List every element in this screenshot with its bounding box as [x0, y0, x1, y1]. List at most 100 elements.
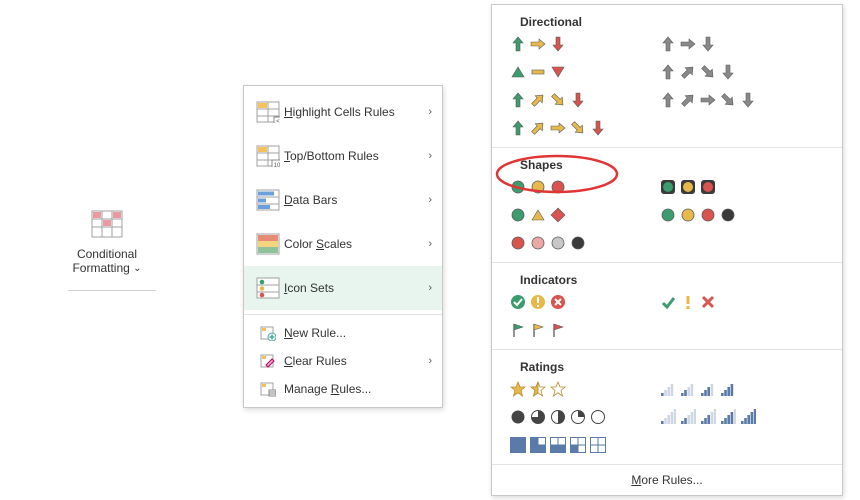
- submenu-arrow-icon: ›: [428, 238, 432, 250]
- top-bottom-rules-icon: 10: [254, 145, 282, 167]
- section-ratings: Ratings: [492, 350, 842, 465]
- menu-item-label: Icon Sets: [282, 281, 428, 295]
- glyph-icon: [510, 437, 526, 453]
- iconset-traffic3-rimmed[interactable]: [656, 176, 720, 198]
- menu-item-top-bottom-rules[interactable]: 10Top/Bottom Rules›: [244, 134, 442, 178]
- glyph-icon: [550, 92, 566, 108]
- glyph-icon: [680, 179, 696, 195]
- glyph-icon: [530, 294, 546, 310]
- iconset-arrows4-color[interactable]: [506, 89, 590, 111]
- iconset-bars5[interactable]: [656, 406, 760, 428]
- glyph-icon: [530, 64, 546, 80]
- glyph-icon: [530, 322, 546, 338]
- submenu-arrow-icon: ›: [428, 282, 432, 294]
- section-title: Directional: [506, 7, 832, 33]
- glyph-icon: [700, 381, 716, 397]
- glyph-icon: [700, 36, 716, 52]
- conditional-formatting-label: Conditional Formatting ⌄: [72, 247, 141, 276]
- glyph-icon: [720, 207, 736, 223]
- glyph-icon: [550, 179, 566, 195]
- glyph-icon: [510, 294, 526, 310]
- glyph-icon: [510, 120, 526, 136]
- glyph-icon: [590, 120, 606, 136]
- glyph-icon: [660, 294, 676, 310]
- glyph-icon: [720, 409, 736, 425]
- manage-rules-icon: [254, 381, 282, 397]
- iconset-triangles3-color[interactable]: [506, 61, 570, 83]
- glyph-icon: [530, 381, 546, 397]
- iconset-circles4-color[interactable]: [656, 204, 740, 226]
- glyph-icon: [510, 207, 526, 223]
- glyph-icon: [700, 92, 716, 108]
- iconset-arrows5-gray[interactable]: [656, 89, 760, 111]
- glyph-icon: [740, 92, 756, 108]
- iconset-flags3[interactable]: [506, 319, 570, 341]
- glyph-icon: [680, 381, 696, 397]
- iconset-circles4-blackred[interactable]: [506, 232, 590, 254]
- iconset-arrows5-color[interactable]: [506, 117, 610, 139]
- svg-text:<: <: [276, 119, 280, 123]
- iconset-stars3[interactable]: [506, 378, 570, 400]
- iconset-arrows3-gray[interactable]: [656, 33, 720, 55]
- section-shapes: Shapes: [492, 148, 842, 263]
- iconset-symbols3-uncircled[interactable]: [656, 291, 720, 313]
- section-title: Indicators: [506, 265, 832, 291]
- menu-item-new-rule[interactable]: New Rule...: [244, 319, 442, 347]
- iconset-arrows4-gray[interactable]: [656, 61, 740, 83]
- glyph-icon: [680, 409, 696, 425]
- more-rules-item[interactable]: More Rules...: [492, 465, 842, 491]
- glyph-icon: [660, 409, 676, 425]
- submenu-arrow-icon: ›: [428, 106, 432, 118]
- glyph-icon: [700, 294, 716, 310]
- menu-item-clear-rules[interactable]: Clear Rules›: [244, 347, 442, 375]
- data-bars-icon: [254, 189, 282, 211]
- menu-item-highlight-cells-rules[interactable]: <Highlight Cells Rules›: [244, 90, 442, 134]
- conditional-formatting-menu: <Highlight Cells Rules›10Top/Bottom Rule…: [243, 85, 443, 408]
- menu-item-color-scales[interactable]: Color Scales›: [244, 222, 442, 266]
- menu-item-label: Manage Rules...: [282, 382, 432, 396]
- iconset-quarters5[interactable]: [506, 406, 610, 428]
- section-title: Shapes: [506, 150, 832, 176]
- glyph-icon: [530, 36, 546, 52]
- section-indicators: Indicators: [492, 263, 842, 350]
- glyph-icon: [720, 381, 736, 397]
- iconset-symbols3-circled[interactable]: [506, 291, 570, 313]
- menu-item-icon-sets[interactable]: Icon Sets›: [244, 266, 442, 310]
- menu-item-manage-rules[interactable]: Manage Rules...: [244, 375, 442, 403]
- glyph-icon: [720, 64, 736, 80]
- glyph-icon: [660, 381, 676, 397]
- glyph-icon: [590, 409, 606, 425]
- glyph-icon: [680, 294, 696, 310]
- glyph-icon: [530, 437, 546, 453]
- glyph-icon: [740, 409, 756, 425]
- iconset-arrows3-color[interactable]: [506, 33, 570, 55]
- menu-separator: [244, 314, 442, 315]
- glyph-icon: [550, 120, 566, 136]
- glyph-icon: [680, 207, 696, 223]
- glyph-icon: [570, 235, 586, 251]
- glyph-icon: [510, 322, 526, 338]
- glyph-icon: [660, 64, 676, 80]
- glyph-icon: [530, 409, 546, 425]
- menu-item-data-bars[interactable]: Data Bars›: [244, 178, 442, 222]
- divider: [68, 290, 156, 291]
- glyph-icon: [510, 381, 526, 397]
- glyph-icon: [680, 64, 696, 80]
- glyph-icon: [550, 36, 566, 52]
- iconset-bars4[interactable]: [656, 378, 740, 400]
- conditional-formatting-button[interactable]: Conditional Formatting ⌄: [68, 210, 146, 291]
- glyph-icon: [700, 179, 716, 195]
- glyph-icon: [510, 36, 526, 52]
- glyph-icon: [550, 409, 566, 425]
- icon-sets-flyout: Directional Shapes Indicators RatingsMore R…: [491, 4, 843, 496]
- glyph-icon: [510, 92, 526, 108]
- iconset-traffic3-unrimmed[interactable]: [506, 176, 570, 198]
- color-scales-icon: [254, 233, 282, 255]
- glyph-icon: [510, 409, 526, 425]
- glyph-icon: [550, 381, 566, 397]
- iconset-boxes5[interactable]: [506, 434, 610, 456]
- submenu-arrow-icon: ›: [428, 150, 432, 162]
- glyph-icon: [510, 179, 526, 195]
- iconset-traffic-mixed-3[interactable]: [506, 204, 570, 226]
- menu-item-label: Data Bars: [282, 193, 428, 207]
